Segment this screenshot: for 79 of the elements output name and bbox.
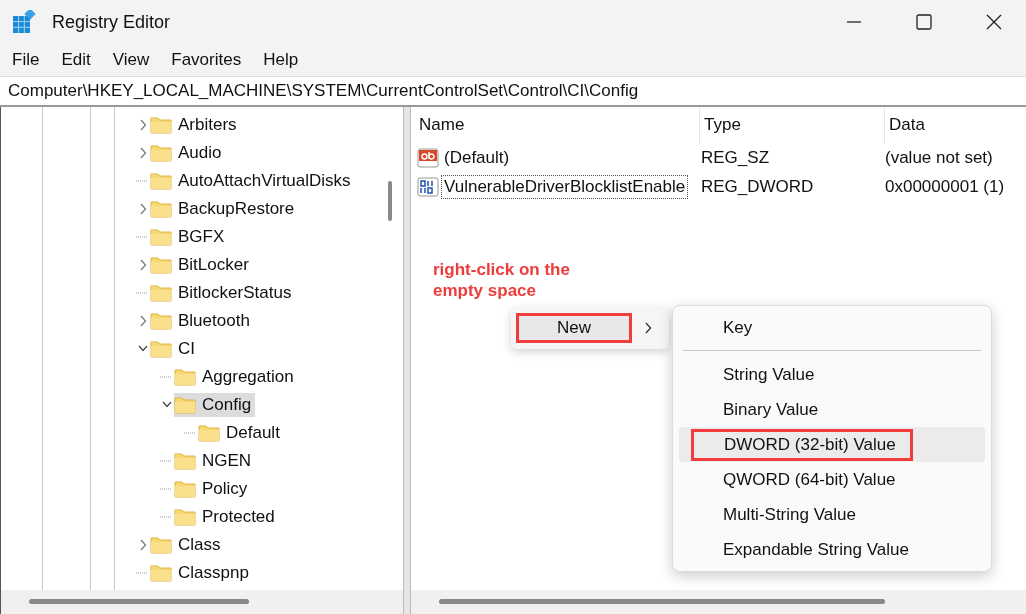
tree-item[interactable]: Policy [174,477,252,501]
tree-item[interactable]: Protected [174,505,279,529]
chevron-icon[interactable] [138,259,148,271]
tree-item[interactable]: Arbiters [150,113,241,137]
chevron-icon[interactable] [138,539,148,551]
chevron-icon[interactable] [138,315,148,327]
menu-item[interactable]: String Value [679,357,985,392]
tree-item[interactable]: CI [150,337,199,361]
column-header[interactable]: Type [700,107,885,143]
folder-icon [174,396,196,414]
binary-value-icon [417,176,439,197]
value-name[interactable]: VulnerableDriverBlocklistEnable [441,174,689,199]
menu-item[interactable]: DWORD (32-bit) Value [679,427,985,462]
column-header[interactable]: Data [885,107,1026,143]
chevron-icon[interactable] [138,147,148,159]
tree-item[interactable]: Class [150,533,225,557]
tree-item[interactable]: NGEN [174,449,256,473]
folder-icon [150,200,172,218]
tree-item[interactable]: BGFX [150,225,229,249]
tree-item[interactable]: Bluetooth [150,309,254,333]
menu-item[interactable]: Key [679,310,985,345]
menu-item-label: Key [722,316,753,339]
folder-icon [150,564,172,582]
maximize-icon[interactable] [916,14,932,30]
menu-item-label: Multi-String Value [722,503,856,526]
menu-item[interactable]: Edit [61,50,91,70]
scrollbar-thumb[interactable] [439,599,885,604]
folder-icon [150,172,172,190]
column-header[interactable]: Name [417,107,700,143]
folder-icon [150,256,172,274]
folder-icon [198,424,220,442]
folder-icon [174,452,196,470]
folder-icon [150,536,172,554]
folder-icon [150,116,172,134]
folder-icon [150,284,172,302]
tree-item[interactable]: Classpnp [150,561,253,585]
menu-item[interactable]: Help [263,50,299,70]
menu-item-label: Binary Value [722,398,819,421]
scrollbar-thumb[interactable] [388,181,392,221]
menu-item-label: Expandable String Value [722,538,909,561]
value-type: REG_SZ [700,147,771,168]
folder-icon [174,508,196,526]
value-type: REG_DWORD [700,176,815,197]
value-data: (value not set) [884,147,994,168]
menu-item[interactable]: Expandable String Value [679,532,985,567]
tree-item[interactable]: BitLocker [150,253,253,277]
folder-icon [150,340,172,358]
chevron-icon[interactable] [138,119,148,131]
tree-item[interactable]: Default [198,421,284,445]
value-data: 0x00000001 (1) [884,176,1006,197]
string-value-icon [417,147,439,168]
tree-item[interactable]: BitlockerStatus [150,281,296,305]
menu-item[interactable]: New [516,313,632,343]
menu-item-label: String Value [722,363,815,386]
menu-item[interactable]: Multi-String Value [679,497,985,532]
tree-item[interactable]: Aggregation [174,365,298,389]
menu-item[interactable]: Binary Value [679,392,985,427]
menu-item[interactable]: View [112,50,150,70]
menu-item-label: QWORD (64-bit) Value [722,468,896,491]
tree-item[interactable]: Audio [150,141,226,165]
menu-item[interactable]: Favorites [171,50,242,70]
folder-icon [150,144,172,162]
scrollbar-thumb[interactable] [29,599,249,604]
folder-icon [174,480,196,498]
folder-icon [174,368,196,386]
menu-item[interactable]: File [12,50,40,70]
close-icon[interactable] [986,14,1002,30]
tree-item[interactable]: Config [174,393,256,417]
menu-item[interactable]: QWORD (64-bit) Value [679,462,985,497]
tree-item[interactable]: AutoAttachVirtualDisks [150,169,355,193]
folder-icon [150,312,172,330]
chevron-icon[interactable] [138,203,148,215]
annotation-text: right-click on the empty space [433,259,571,301]
registry-app-icon [12,10,36,34]
value-name[interactable]: (Default) [441,145,513,170]
window-title: Registry Editor [52,11,171,33]
tree-item[interactable]: BackupRestore [150,197,299,221]
menu-item-label: DWORD (32-bit) Value [691,428,913,461]
folder-icon [150,228,172,246]
